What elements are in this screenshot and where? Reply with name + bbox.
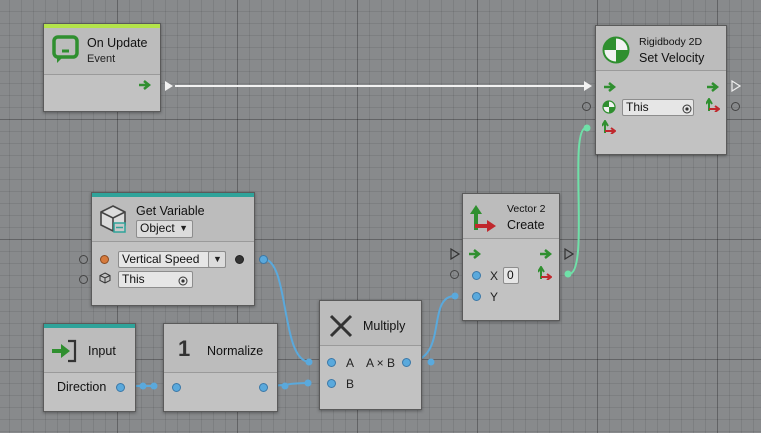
node-subtitle: Create [507,218,545,232]
variable-kind-dropdown[interactable]: Object ▼ [136,220,193,238]
name-input-port-outer[interactable] [79,255,88,264]
flow-input-triangle-icon[interactable] [450,247,461,263]
multiply-x-icon [328,313,354,342]
node-title: Vector 2 [507,203,546,215]
wire-endpoint [139,382,147,390]
flow-wire-end-arrow [584,81,592,91]
node-subtitle: Event [87,53,116,65]
chevron-down-icon: ▼ [179,223,188,233]
object-cube-icon [99,272,111,287]
node-title: Multiply [363,319,406,333]
multiply-node[interactable]: Multiply A A × B B [319,300,422,410]
flow-input-arrow-icon[interactable] [469,248,483,262]
wire-endpoint [281,382,289,390]
x-input-port-outer[interactable] [450,270,459,279]
value-output-port[interactable] [235,255,244,264]
x-value-field[interactable]: 0 [503,267,519,284]
wire-endpoint [564,270,572,278]
target-input-port-outer[interactable] [79,275,88,284]
variable-cube-icon [97,203,129,238]
flow-output-triangle-icon[interactable] [731,79,742,95]
flow-output-arrow-icon[interactable] [540,248,554,262]
name-input-port[interactable] [100,255,109,264]
direction-output-port[interactable] [116,383,125,392]
vector2-create-node[interactable]: Vector 2 Create X 0 Y [462,193,560,321]
output-port[interactable] [259,383,268,392]
flow-output-triangle-icon[interactable] [564,247,575,263]
node-title: Normalize [207,344,264,358]
b-label: B [346,377,355,391]
wire-endpoint [305,358,313,366]
variable-name-value: Vertical Speed [122,252,200,266]
direction-port-label: Direction [57,380,107,394]
wire-endpoint [150,382,158,390]
set-velocity-node[interactable]: Rigidbody 2D Set Velocity This [595,25,727,155]
wire-endpoint [427,358,435,366]
target-picker-icon[interactable] [178,275,188,289]
wire-endpoint [583,124,591,132]
target-picker-icon[interactable] [682,103,692,117]
vector2-small-icon [705,97,721,115]
vector2-output-icon [537,265,553,283]
product-output-port[interactable] [402,358,411,367]
x-label: X [490,269,499,283]
x-input-port[interactable] [472,271,481,280]
node-subtitle: Set Velocity [639,51,705,65]
x-value: 0 [507,268,514,282]
vector-output-port[interactable] [731,102,740,111]
input-port[interactable] [172,383,181,392]
flow-output-arrow-icon[interactable] [707,81,721,95]
b-input-port[interactable] [327,379,336,388]
rigidbody-2d-icon [602,36,630,67]
node-title: On Update [87,36,148,50]
input-arrow-icon [50,338,78,367]
a-input-port[interactable] [327,358,336,367]
on-update-node[interactable]: On Update Event [43,23,161,112]
variable-name-arrow-button[interactable]: ▼ [208,251,226,268]
wire-endpoint [304,379,312,387]
vector2-input-icon [601,119,617,137]
node-title: Input [88,344,116,358]
flow-wire-start-arrow [165,81,173,91]
value-output-port-outer[interactable] [259,255,268,264]
y-label: Y [490,290,499,304]
normalize-number: 1 [178,336,191,361]
vector2-axes-icon [469,204,497,235]
node-title: Rigidbody 2D [639,36,703,48]
node-body [164,373,277,411]
chevron-down-icon: ▼ [213,254,222,264]
rigidbody-small-icon [602,100,616,117]
output-label: A × B [366,356,396,370]
wire-endpoint [451,292,459,300]
flow-output-arrow-icon[interactable] [139,79,153,93]
flow-input-arrow-icon[interactable] [604,81,618,95]
target-input-port[interactable] [582,102,591,111]
target-field-value: This [626,100,649,114]
a-label: A [346,356,355,370]
node-title: Get Variable [136,204,205,218]
get-variable-node[interactable]: Get Variable Object ▼ Vertical Speed ▼ T… [91,192,255,306]
refresh-chat-icon [51,34,81,67]
target-field-value: This [122,272,145,286]
variable-kind-value: Object [140,221,175,235]
normalize-node[interactable]: 1 Normalize [163,323,278,412]
y-input-port[interactable] [472,292,481,301]
input-node[interactable]: Input Direction [43,323,136,412]
